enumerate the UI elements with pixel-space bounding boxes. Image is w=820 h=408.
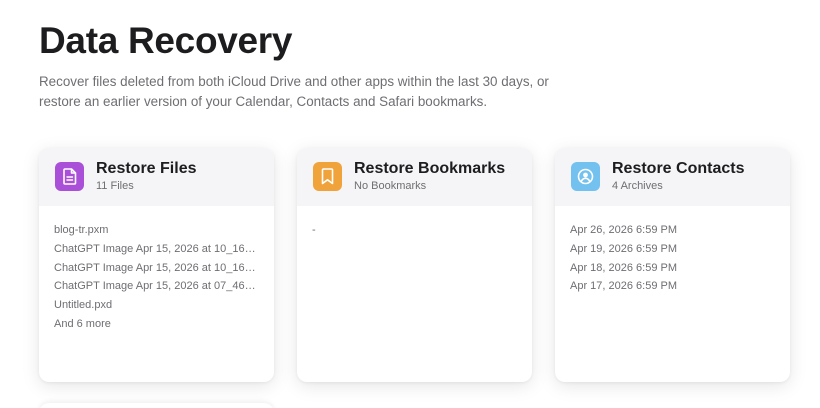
restore-contacts-card[interactable]: Restore Contacts 4 Archives Apr 26, 2026…: [555, 148, 790, 382]
list-item: ChatGPT Image Apr 15, 2026 at 07_46_0...: [54, 280, 258, 293]
archive-list: Apr 26, 2026 6:59 PM Apr 19, 2026 6:59 P…: [555, 206, 790, 296]
card-title: Restore Bookmarks: [354, 160, 506, 177]
file-list: blog-tr.pxm ChatGPT Image Apr 15, 2026 a…: [39, 206, 274, 334]
data-recovery-page: Data Recovery Recover files deleted from…: [0, 0, 820, 408]
bookmark-icon: [313, 162, 342, 191]
card-header: Restore Bookmarks No Bookmarks: [297, 148, 532, 206]
card-subtitle: 4 Archives: [612, 180, 663, 192]
page-description: Recover files deleted from both iCloud D…: [39, 74, 549, 109]
contact-icon: [571, 162, 600, 191]
page-title: Data Recovery: [39, 20, 293, 61]
list-item: blog-tr.pxm: [54, 224, 109, 236]
more-count: And 6 more: [54, 317, 111, 330]
list-item: ChatGPT Image Apr 15, 2026 at 10_16_2...: [54, 261, 258, 274]
list-item: Untitled.pxd: [54, 299, 113, 312]
card-title: Restore Contacts: [612, 160, 745, 177]
card-header: Restore Files 11 Files: [39, 148, 274, 206]
card-subtitle: No Bookmarks: [354, 180, 427, 192]
restore-bookmarks-card[interactable]: Restore Bookmarks No Bookmarks -: [297, 148, 532, 382]
card-title: Restore Files: [96, 160, 197, 177]
list-item: Apr 18, 2026 6:59 PM: [570, 261, 678, 274]
list-item: -: [312, 224, 316, 236]
list-item: Apr 26, 2026 6:59 PM: [570, 224, 678, 236]
bookmark-list: -: [297, 206, 532, 240]
list-item: Apr 19, 2026 6:59 PM: [570, 242, 678, 255]
next-card-edge: [39, 403, 274, 408]
document-icon: [55, 162, 84, 191]
card-subtitle: 11 Files: [96, 180, 134, 192]
list-item: ChatGPT Image Apr 15, 2026 at 10_16_2...: [54, 242, 258, 255]
list-item: Apr 17, 2026 6:59 PM: [570, 280, 678, 293]
restore-files-card[interactable]: Restore Files 11 Files blog-tr.pxm ChatG…: [39, 148, 274, 382]
card-header: Restore Contacts 4 Archives: [555, 148, 790, 206]
